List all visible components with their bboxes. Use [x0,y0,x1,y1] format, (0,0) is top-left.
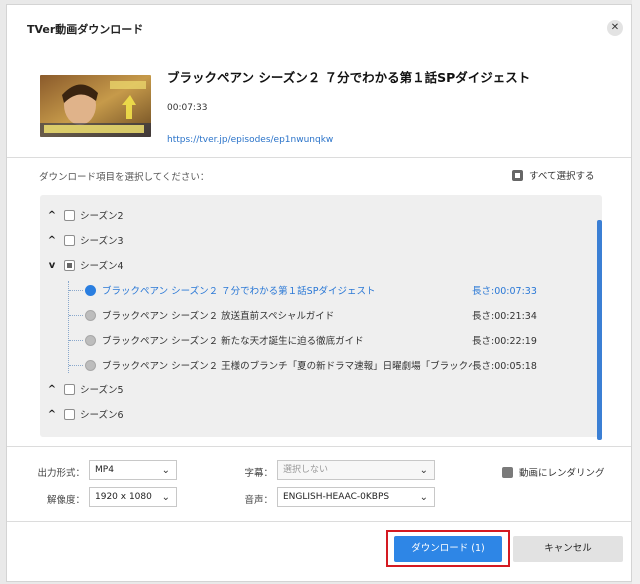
season-label: シーズン5 [80,385,124,396]
resolution-label: 解像度： [46,495,85,506]
season-label: シーズン4 [80,261,124,272]
format-label: 出力形式： [37,468,85,479]
subtitle-label: 字幕： [244,468,273,479]
episode-item[interactable]: ブラックペアン シーズン２ 新たな天才誕生に迫る徹底ガイド 長さ:00:22:1… [70,330,590,350]
cancel-button[interactable]: キャンセル [513,536,623,562]
chevron-up-icon[interactable]: ^ [40,210,64,221]
render-checkbox[interactable]: 動画にレンダリング [502,465,605,479]
episode-radio[interactable] [85,334,96,346]
chevron-up-icon[interactable]: ^ [40,409,64,420]
audio-label: 音声： [244,495,273,506]
season-row[interactable]: ^ シーズン5 [40,379,124,399]
episode-item-length: 長さ:00:07:33 [472,286,537,297]
audio-select[interactable]: ENGLISH-HEAAC-0KBPS ⌄ [277,487,435,507]
subtitle-select[interactable]: 選択しない ⌄ [277,460,435,480]
render-label: 動画にレンダリング [519,468,605,479]
download-dialog: TVer動画ダウンロード ✕ ブラックペアン シーズン２ ７分でわかる第１話SP… [6,4,632,582]
episode-item-name: ブラックペアン シーズン２ 王様のブランチ「夏の新ドラマ速報」日曜劇場「ブラック… [102,361,472,372]
season-checkbox[interactable] [64,234,75,246]
season-label: シーズン3 [80,236,124,247]
episode-radio[interactable] [85,359,96,371]
season-row[interactable]: ^ シーズン6 [40,404,124,424]
chevron-down-icon: ⌄ [161,492,170,503]
select-all-checkbox[interactable]: すべて選択する [512,168,594,182]
tree-connector [68,281,69,373]
scrollbar-thumb[interactable] [597,220,602,440]
background-edge [632,0,640,584]
dialog-title: TVer動画ダウンロード [27,23,144,36]
divider [7,446,631,447]
episode-item-name: ブラックペアン シーズン２ 放送直前スペシャルガイド [102,311,335,322]
season-checkbox[interactable] [64,259,75,271]
episode-item[interactable]: ブラックペアン シーズン２ ７分でわかる第１話SPダイジェスト 長さ:00:07… [70,280,590,300]
episode-item-name: ブラックペアン シーズン２ ７分でわかる第１話SPダイジェスト [102,286,376,297]
subtitle-value: 選択しない [283,465,329,475]
close-button[interactable]: ✕ [607,20,623,36]
season-checkbox[interactable] [64,209,75,221]
divider [7,157,631,158]
episode-thumbnail [40,75,151,137]
select-all-box[interactable] [512,169,523,181]
format-value: MP4 [95,465,114,475]
chevron-down-icon: ⌄ [419,465,428,476]
chevron-down-icon[interactable]: v [40,260,64,271]
episode-item-name: ブラックペアン シーズン２ 新たな天才誕生に迫る徹底ガイド [102,336,364,347]
chevron-down-icon: ⌄ [161,465,170,476]
episode-item-length: 長さ:00:22:19 [472,336,537,347]
season-label: シーズン6 [80,410,124,421]
episode-url-link[interactable]: https://tver.jp/episodes/ep1nwunqkw [167,135,333,145]
scrollbar-track[interactable] [596,195,602,440]
season-row[interactable]: v シーズン4 [40,255,124,275]
title-bar: TVer動画ダウンロード ✕ [7,5,631,49]
season-checkbox[interactable] [64,383,75,395]
render-box[interactable] [502,466,513,478]
audio-value: ENGLISH-HEAAC-0KBPS [283,492,390,502]
download-button[interactable]: ダウンロード (1) [394,536,502,562]
episode-item-length: 長さ:00:21:34 [472,311,537,322]
episode-item-length: 長さ:00:05:18 [472,361,537,372]
season-row[interactable]: ^ シーズン3 [40,230,124,250]
chevron-up-icon[interactable]: ^ [40,384,64,395]
episode-tree: ^ シーズン2 ^ シーズン3 v シーズン4 ブラックペアン シーズン２ ７分… [40,195,602,440]
chevron-down-icon: ⌄ [419,492,428,503]
select-items-label: ダウンロード項目を選択してください： [39,172,210,183]
resolution-value: 1920 x 1080 [95,492,152,502]
episode-radio[interactable] [85,309,96,321]
chevron-up-icon[interactable]: ^ [40,235,64,246]
episode-item[interactable]: ブラックペアン シーズン２ 放送直前スペシャルガイド 長さ:00:21:34 [70,305,590,325]
resolution-select[interactable]: 1920 x 1080 ⌄ [89,487,177,507]
select-all-label: すべて選択する [529,171,595,182]
season-row[interactable]: ^ シーズン2 [40,205,124,225]
season-label: シーズン2 [80,211,124,222]
episode-duration: 00:07:33 [167,103,208,113]
season-checkbox[interactable] [64,408,75,420]
episode-radio[interactable] [85,284,96,296]
episode-item[interactable]: ブラックペアン シーズン２ 王様のブランチ「夏の新ドラマ速報」日曜劇場「ブラック… [70,355,590,375]
episode-title: ブラックペアン シーズン２ ７分でわかる第１話SPダイジェスト [167,70,531,85]
divider [7,521,631,522]
format-select[interactable]: MP4 ⌄ [89,460,177,480]
